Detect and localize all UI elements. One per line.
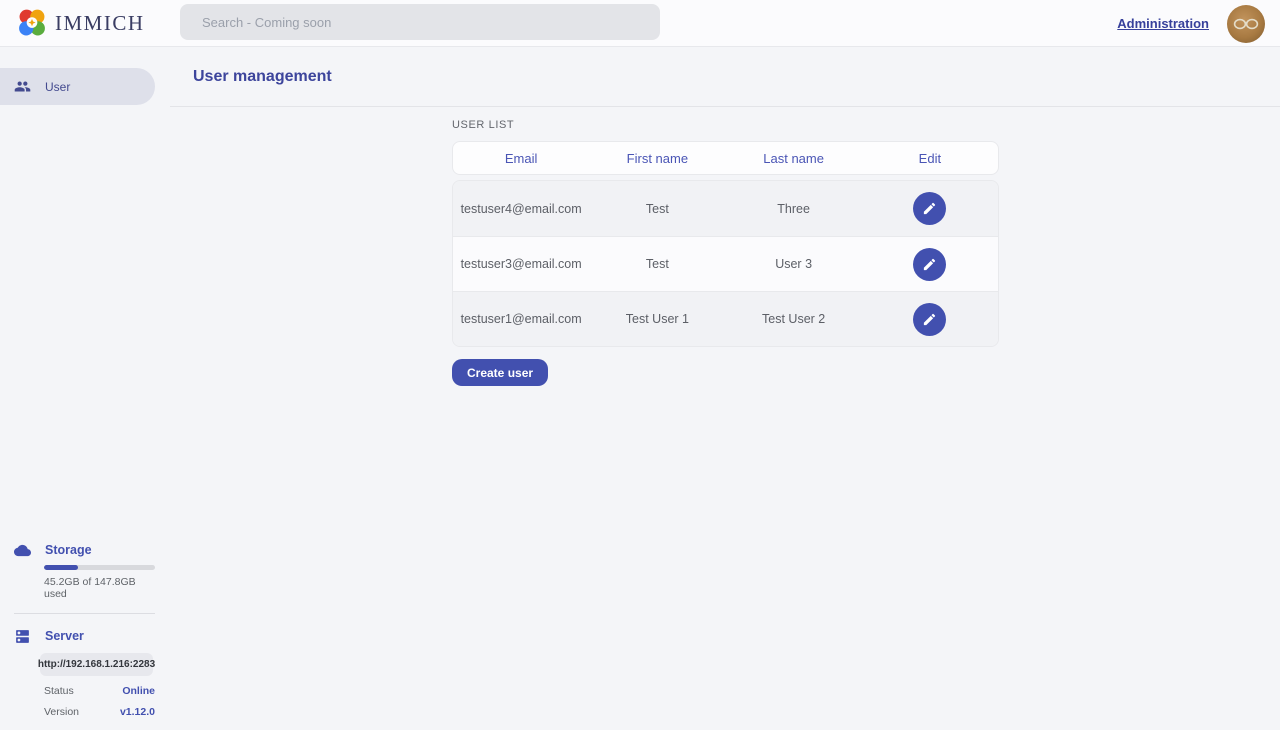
server-section-header: Server (14, 627, 155, 645)
pencil-icon (922, 201, 937, 216)
status-label: Status (44, 685, 74, 697)
cell-first-name: Test User 1 (589, 312, 725, 326)
main-content: User management USER LIST Email First na… (155, 47, 1280, 730)
cell-email: testuser4@email.com (453, 202, 589, 216)
navbar-right: Administration (1117, 0, 1265, 47)
create-user-button[interactable]: Create user (452, 359, 548, 386)
people-icon (14, 78, 31, 95)
table-row: testuser3@email.com Test User 3 (453, 236, 998, 291)
cell-first-name: Test (589, 202, 725, 216)
cell-email: testuser1@email.com (453, 312, 589, 326)
administration-link[interactable]: Administration (1117, 16, 1209, 31)
table-header-row: Email First name Last name Edit (452, 141, 999, 175)
user-list-label: USER LIST (452, 119, 1280, 131)
pencil-icon (922, 312, 937, 327)
cell-last-name: Test User 2 (726, 312, 862, 326)
user-table: Email First name Last name Edit testuser… (452, 141, 999, 347)
user-avatar[interactable] (1227, 5, 1265, 43)
cloud-icon (14, 542, 31, 559)
table-body: testuser4@email.com Test Three testuser3… (452, 180, 999, 347)
sidebar: User Storage 45.2GB of 147.8GB used Serv… (0, 47, 155, 730)
status-value: Online (122, 685, 155, 697)
storage-title: Storage (45, 543, 92, 557)
server-status-row: Status Online (44, 685, 155, 697)
sidebar-item-label: User (45, 80, 70, 94)
page-header: User management (155, 47, 1280, 106)
cell-first-name: Test (589, 257, 725, 271)
sidebar-divider (14, 613, 155, 614)
glasses-icon (1233, 17, 1259, 31)
search-input[interactable] (180, 4, 660, 40)
immich-logo[interactable]: IMMICH (16, 7, 145, 39)
top-navbar: IMMICH Administration (0, 0, 1280, 47)
page-title: User management (193, 68, 332, 86)
cell-last-name: User 3 (726, 257, 862, 271)
edit-user-button[interactable] (913, 192, 946, 225)
app-title: IMMICH (55, 11, 145, 36)
table-row: testuser1@email.com Test User 1 Test Use… (453, 291, 998, 346)
immich-flower-icon (16, 7, 48, 39)
storage-section-header: Storage (14, 541, 155, 559)
cell-email: testuser3@email.com (453, 257, 589, 271)
column-header-edit: Edit (862, 151, 998, 166)
edit-user-button[interactable] (913, 303, 946, 336)
storage-usage-text: 45.2GB of 147.8GB used (44, 576, 155, 600)
server-title: Server (45, 629, 84, 643)
column-header-last-name: Last name (726, 151, 862, 166)
server-url-badge: http://192.168.1.216:2283 (40, 653, 153, 676)
sidebar-item-users[interactable]: User (0, 68, 155, 105)
table-row: testuser4@email.com Test Three (453, 181, 998, 236)
column-header-first-name: First name (589, 151, 725, 166)
sidebar-bottom: Storage 45.2GB of 147.8GB used Server ht… (0, 541, 155, 718)
cell-last-name: Three (726, 202, 862, 216)
version-label: Version (44, 706, 79, 718)
server-icon (14, 628, 31, 645)
edit-user-button[interactable] (913, 248, 946, 281)
content-area: USER LIST Email First name Last name Edi… (155, 107, 1280, 386)
version-value: v1.12.0 (120, 706, 155, 718)
storage-progress-fill (44, 565, 78, 570)
server-version-row: Version v1.12.0 (44, 706, 155, 718)
pencil-icon (922, 257, 937, 272)
search-bar (180, 4, 660, 40)
column-header-email: Email (453, 151, 589, 166)
storage-progress (44, 565, 155, 570)
